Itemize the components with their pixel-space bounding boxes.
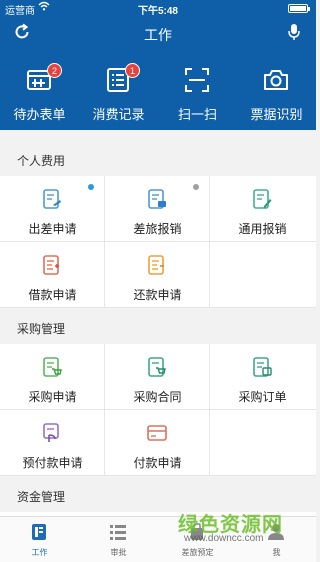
business-trip-apply[interactable]: 出差申请 xyxy=(0,176,105,242)
cell-label: 付款申请 xyxy=(133,456,182,470)
tab-me[interactable]: 我 xyxy=(237,517,316,562)
cell-label: 采购合同 xyxy=(133,390,182,404)
quick-actions: 2 待办表单 1 消费记录 扫一扫 票据识别 xyxy=(0,49,316,130)
unread-dot xyxy=(88,184,94,190)
tab-travel-booking[interactable]: 差旅预定 xyxy=(158,517,237,562)
empty-cell xyxy=(210,410,316,476)
quick-action-receipt-recognition[interactable]: 票据识别 xyxy=(237,49,316,130)
section-title-procurement: 采购管理 xyxy=(0,314,316,344)
todo-forms-badge: 2 xyxy=(47,63,62,78)
luggage-icon xyxy=(188,523,206,541)
page-title: 工作 xyxy=(144,27,172,43)
purchase-apply[interactable]: 采购申请 xyxy=(0,344,105,410)
prepayment-apply[interactable]: 预付款申请 xyxy=(0,410,105,476)
quick-action-label: 待办表单 xyxy=(13,107,66,122)
user-icon xyxy=(267,523,285,541)
section-title-fund-management: 资金管理 xyxy=(0,482,316,512)
travel-apply-icon xyxy=(41,188,63,210)
quick-action-expense-records[interactable]: 1 消费记录 xyxy=(79,49,158,130)
cell-label: 采购订单 xyxy=(238,390,287,404)
general-reimburse-icon xyxy=(251,188,273,210)
travel-reimburse-icon xyxy=(146,188,168,210)
quick-action-label: 票据识别 xyxy=(250,107,303,122)
payment-apply[interactable]: 付款申请 xyxy=(105,410,210,476)
cell-label: 借款申请 xyxy=(28,288,77,302)
camera-icon xyxy=(263,67,289,93)
unread-dot xyxy=(193,184,199,190)
purchase-apply-icon xyxy=(41,356,63,378)
procurement-grid: 采购申请 采购合同 采购订单 预付款申请 付款申请 xyxy=(0,344,316,476)
tab-work[interactable]: 工作 xyxy=(0,517,79,562)
clock: 下午5:48 xyxy=(137,6,178,17)
tab-label: 审批 xyxy=(110,548,127,557)
quick-action-label: 扫一扫 xyxy=(177,107,217,122)
cell-label: 还款申请 xyxy=(133,288,182,302)
section-title-personal-expenses: 个人费用 xyxy=(0,146,316,176)
quick-action-label: 消费记录 xyxy=(92,107,145,122)
cell-label: 采购申请 xyxy=(28,390,77,404)
bottom-tab-bar: 工作 审批 差旅预定 我 xyxy=(0,516,316,562)
travel-reimbursement[interactable]: 差旅报销 xyxy=(105,176,210,242)
purchase-contract-icon xyxy=(146,356,168,378)
prepay-apply-icon xyxy=(41,422,63,444)
microphone-icon[interactable] xyxy=(286,22,302,42)
cell-label: 差旅报销 xyxy=(133,222,182,236)
repayment-apply[interactable]: 还款申请 xyxy=(105,242,210,308)
quick-action-scan[interactable]: 扫一扫 xyxy=(158,49,237,130)
tab-label: 我 xyxy=(272,548,281,557)
battery-icon xyxy=(288,4,310,13)
cell-label: 出差申请 xyxy=(28,222,77,236)
scan-icon xyxy=(184,67,210,93)
general-reimbursement[interactable]: 通用报销 xyxy=(210,176,316,242)
empty-cell xyxy=(210,242,316,308)
tab-label: 工作 xyxy=(31,548,48,557)
app-header: 工作 xyxy=(0,16,316,49)
work-tab-icon xyxy=(30,523,48,541)
tab-approval[interactable]: 审批 xyxy=(79,517,158,562)
status-bar: 运营商 下午5:48 xyxy=(0,0,316,17)
purchase-order[interactable]: 采购订单 xyxy=(210,344,316,410)
quick-action-todo-forms[interactable]: 2 待办表单 xyxy=(0,49,79,130)
payment-apply-icon xyxy=(146,422,168,444)
tab-label: 差旅预定 xyxy=(181,548,214,557)
loan-apply-icon xyxy=(41,254,63,276)
personal-expenses-grid: 出差申请 差旅报销 通用报销 借款申请 还款申请 xyxy=(0,176,316,308)
cell-label: 预付款申请 xyxy=(22,456,83,470)
approval-list-icon xyxy=(109,523,127,541)
purchase-contract[interactable]: 采购合同 xyxy=(105,344,210,410)
expense-records-badge: 1 xyxy=(125,63,140,78)
purchase-order-icon xyxy=(251,356,273,378)
repay-apply-icon xyxy=(146,254,168,276)
cell-label: 通用报销 xyxy=(238,222,287,236)
loan-apply[interactable]: 借款申请 xyxy=(0,242,105,308)
